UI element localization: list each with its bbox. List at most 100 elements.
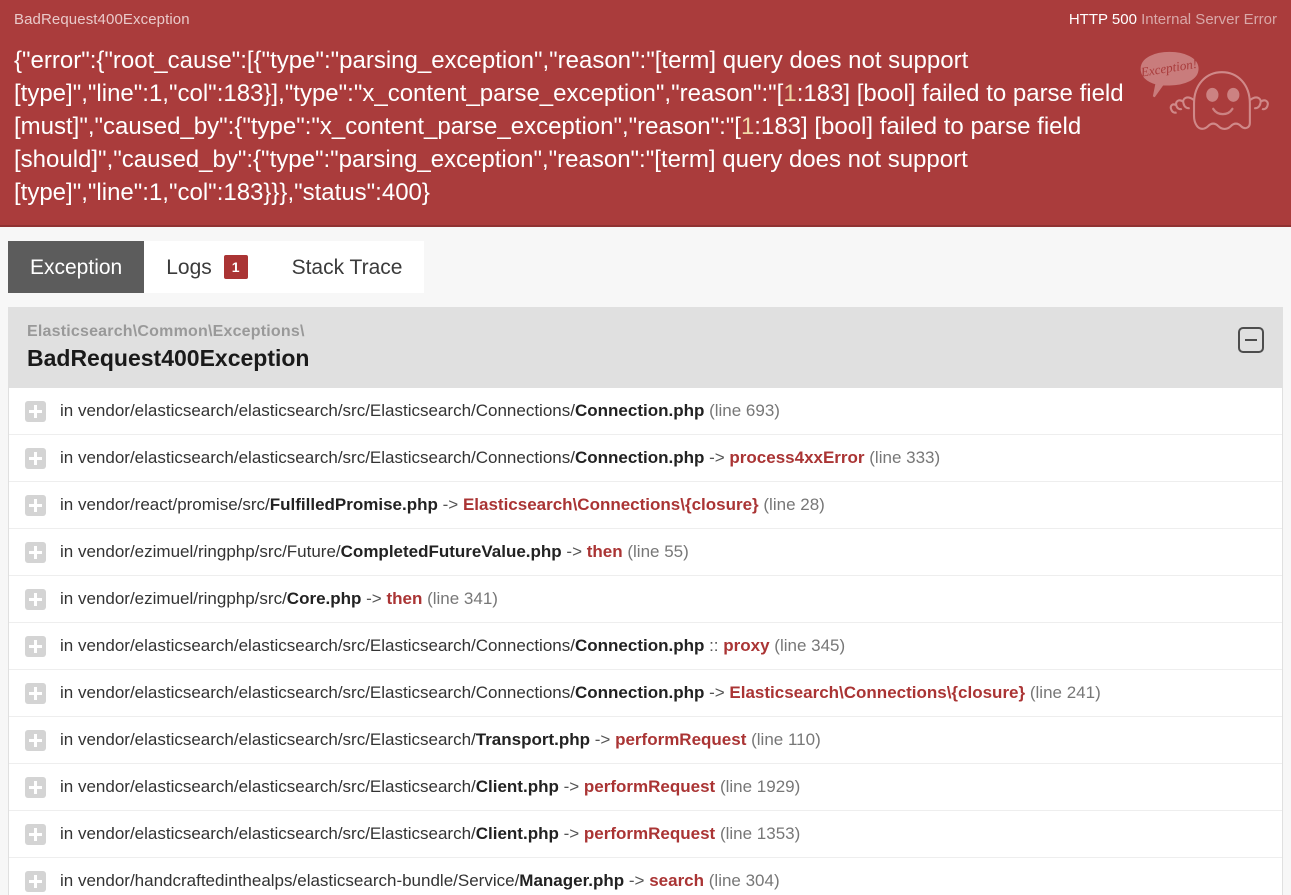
tab-stack-trace-label: Stack Trace (291, 255, 403, 279)
tab-stack-trace[interactable]: Stack Trace (269, 241, 425, 293)
trace-file: Client.php (475, 824, 559, 843)
trace-row[interactable]: in vendor/elasticsearch/elasticsearch/sr… (9, 717, 1282, 764)
expand-plus-icon[interactable] (25, 635, 46, 657)
expand-plus-icon[interactable] (25, 823, 46, 845)
trace-row-text: in vendor/ezimuel/ringphp/src/Future/Com… (60, 540, 689, 564)
trace-function: performRequest (583, 824, 716, 843)
trace-path: vendor/handcraftedinthealps/elasticsearc… (77, 871, 520, 890)
trace-row-text: in vendor/elasticsearch/elasticsearch/sr… (60, 728, 821, 752)
trace-row-text: in vendor/react/promise/src/FulfilledPro… (60, 493, 825, 517)
trace-path: vendor/elasticsearch/elasticsearch/src/E… (77, 448, 575, 467)
trace-path: vendor/elasticsearch/elasticsearch/src/E… (77, 824, 476, 843)
trace-file: Core.php (286, 589, 362, 608)
trace-line-number: (line 304) (704, 871, 780, 890)
expand-plus-icon[interactable] (25, 870, 46, 892)
exception-title: BadRequest400Exception (14, 10, 190, 28)
trace-row-text: in vendor/elasticsearch/elasticsearch/sr… (60, 634, 845, 658)
trace-path: vendor/elasticsearch/elasticsearch/src/E… (77, 730, 476, 749)
trace-row[interactable]: in vendor/ezimuel/ringphp/src/Future/Com… (9, 529, 1282, 576)
trace-function: search (649, 871, 705, 890)
trace-row-text: in vendor/elasticsearch/elasticsearch/sr… (60, 775, 800, 799)
trace-separator: :: (704, 636, 724, 655)
tab-exception[interactable]: Exception (8, 241, 145, 293)
tab-bar: Exception Logs 1 Stack Trace (8, 241, 1283, 293)
exception-banner: BadRequest400Exception HTTP 500 Internal… (0, 0, 1291, 227)
exception-header: Elasticsearch\Common\Exceptions\ BadRequ… (9, 307, 1282, 388)
trace-file: Manager.php (519, 871, 625, 890)
trace-function: Elasticsearch\Connections\{closure} (729, 683, 1026, 702)
message-highlight-1: 1 (783, 80, 797, 107)
exception-message: {"error":{"root_cause":[{"type":"parsing… (14, 44, 1124, 209)
trace-function: then (386, 589, 423, 608)
trace-line-number: (line 693) (704, 401, 780, 420)
trace-row[interactable]: in vendor/ezimuel/ringphp/src/Core.php -… (9, 576, 1282, 623)
trace-prefix: in (60, 730, 78, 749)
exception-namespace: Elasticsearch\Common\Exceptions\ (27, 323, 305, 340)
expand-plus-icon[interactable] (25, 494, 46, 516)
http-status-text: Internal Server Error (1141, 10, 1277, 28)
trace-separator: -> (558, 777, 584, 796)
trace-line-number: (line 28) (758, 495, 825, 514)
trace-prefix: in (60, 448, 78, 467)
trace-function: performRequest (583, 777, 716, 796)
exception-ghost-icon: Exception! (1139, 51, 1269, 130)
trace-row[interactable]: in vendor/react/promise/src/FulfilledPro… (9, 482, 1282, 529)
trace-prefix: in (60, 871, 78, 890)
trace-row[interactable]: in vendor/elasticsearch/elasticsearch/sr… (9, 764, 1282, 811)
ghost-bubble-label: Exception! (1139, 56, 1198, 80)
trace-path: vendor/ezimuel/ringphp/src/Future/ (77, 542, 341, 561)
trace-row-text: in vendor/elasticsearch/elasticsearch/sr… (60, 446, 940, 470)
trace-row[interactable]: in vendor/elasticsearch/elasticsearch/sr… (9, 811, 1282, 858)
expand-plus-icon[interactable] (25, 682, 46, 704)
expand-plus-icon[interactable] (25, 729, 46, 751)
exception-card: Elasticsearch\Common\Exceptions\ BadRequ… (8, 307, 1283, 895)
trace-row[interactable]: in vendor/handcraftedinthealps/elasticse… (9, 858, 1282, 895)
trace-row-text: in vendor/handcraftedinthealps/elasticse… (60, 869, 780, 893)
message-highlight-2: 1 (740, 113, 755, 140)
expand-plus-icon[interactable] (25, 400, 46, 422)
trace-separator: -> (561, 542, 587, 561)
trace-row[interactable]: in vendor/elasticsearch/elasticsearch/sr… (9, 388, 1282, 435)
exception-class-name: BadRequest400Exception (27, 345, 310, 371)
tab-logs[interactable]: Logs 1 (144, 241, 270, 293)
trace-line-number: (line 1929) (715, 777, 801, 796)
tabs-container: Exception Logs 1 Stack Trace (0, 227, 1291, 293)
trace-path: vendor/ezimuel/ringphp/src/ (77, 589, 287, 608)
http-status-code: HTTP 500 (1068, 10, 1137, 28)
trace-separator: -> (437, 495, 463, 514)
tab-logs-label: Logs (166, 255, 212, 279)
trace-row-text: in vendor/elasticsearch/elasticsearch/sr… (60, 399, 780, 423)
trace-line-number: (line 241) (1025, 683, 1101, 702)
trace-path: vendor/elasticsearch/elasticsearch/src/E… (77, 636, 575, 655)
trace-row[interactable]: in vendor/elasticsearch/elasticsearch/sr… (9, 623, 1282, 670)
trace-function: Elasticsearch\Connections\{closure} (462, 495, 759, 514)
trace-function: process4xxError (729, 448, 865, 467)
trace-row-text: in vendor/ezimuel/ringphp/src/Core.php -… (60, 587, 498, 611)
trace-file: FulfilledPromise.php (269, 495, 438, 514)
trace-path: vendor/react/promise/src/ (77, 495, 270, 514)
collapse-minus-icon[interactable] (1238, 327, 1264, 353)
trace-line-number: (line 55) (622, 542, 689, 561)
trace-prefix: in (60, 495, 78, 514)
trace-path: vendor/elasticsearch/elasticsearch/src/E… (77, 683, 575, 702)
trace-row[interactable]: in vendor/elasticsearch/elasticsearch/sr… (9, 670, 1282, 717)
trace-path: vendor/elasticsearch/elasticsearch/src/E… (77, 401, 575, 420)
tab-exception-label: Exception (30, 255, 123, 279)
expand-plus-icon[interactable] (25, 588, 46, 610)
trace-file: Connection.php (574, 448, 705, 467)
trace-separator: -> (361, 589, 387, 608)
trace-file: Connection.php (574, 636, 705, 655)
expand-plus-icon[interactable] (25, 776, 46, 798)
banner-topbar: BadRequest400Exception HTTP 500 Internal… (0, 0, 1291, 38)
expand-plus-icon[interactable] (25, 541, 46, 563)
trace-prefix: in (60, 636, 78, 655)
expand-plus-icon[interactable] (25, 447, 46, 469)
trace-line-number: (line 341) (422, 589, 498, 608)
banner-body: {"error":{"root_cause":[{"type":"parsing… (0, 38, 1291, 225)
exception-header-text: Elasticsearch\Common\Exceptions\ BadRequ… (27, 321, 309, 372)
http-status-badge: HTTP 500 Internal Server Error (1069, 11, 1277, 28)
trace-line-number: (line 333) (864, 448, 941, 467)
trace-function: then (586, 542, 623, 561)
trace-file: Connection.php (574, 401, 705, 420)
trace-row[interactable]: in vendor/elasticsearch/elasticsearch/sr… (9, 435, 1282, 482)
